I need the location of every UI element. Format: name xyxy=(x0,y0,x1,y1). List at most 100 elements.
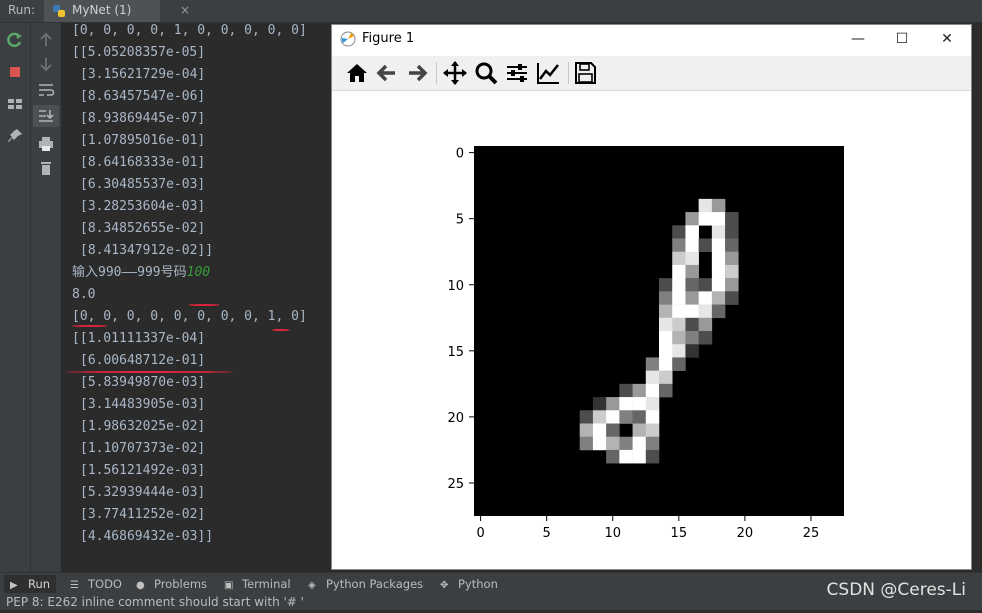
image-pixel xyxy=(619,449,633,464)
trash-icon[interactable] xyxy=(36,159,56,177)
image-pixel xyxy=(645,370,660,385)
list-icon: ☰ xyxy=(70,580,79,591)
image-pixel xyxy=(698,212,713,226)
print-icon[interactable] xyxy=(36,135,56,153)
red-annotation-underline xyxy=(272,329,290,331)
console-line: [5.83949870e-03] xyxy=(80,372,205,394)
matplotlib-figure-window: Figure 1 — ☐ ✕ 0 5 10 15 20 25 0 5 10 15… xyxy=(331,24,972,570)
arrow-down-icon[interactable] xyxy=(36,55,56,73)
console-output[interactable]: [0, 0, 0, 0, 1, 0, 0, 0, 0, 0] [[5.052083… xyxy=(62,23,330,572)
image-pixel xyxy=(698,238,713,253)
console-line-text: [3.28253604e-03] xyxy=(80,199,206,214)
home-icon[interactable] xyxy=(344,60,370,86)
x-tick-label: 5 xyxy=(543,526,551,541)
tab-terminal[interactable]: ▣ Terminal xyxy=(218,575,294,593)
console-line: [8.34852655e-02] xyxy=(80,218,205,240)
image-pixel xyxy=(659,278,673,292)
arrow-up-icon[interactable] xyxy=(36,31,56,49)
console-line: [1.10707373e-02] xyxy=(80,438,205,460)
image-pixel xyxy=(579,410,594,424)
x-tick-label: 0 xyxy=(476,526,484,541)
pin-icon[interactable] xyxy=(5,127,25,145)
configure-subplots-icon[interactable] xyxy=(504,60,530,86)
image-pixel xyxy=(645,383,660,398)
image-pixel xyxy=(685,317,699,332)
image-pixel xyxy=(698,278,713,292)
image-pixel xyxy=(659,344,673,358)
image-pixel xyxy=(645,423,660,438)
toolbar-separator xyxy=(568,62,569,84)
y-tick-label: 0 xyxy=(456,147,464,162)
stop-icon[interactable] xyxy=(5,63,25,81)
console-line-text: 8.0 xyxy=(72,287,96,302)
forward-icon[interactable] xyxy=(404,60,430,86)
image-pixel xyxy=(711,264,726,279)
console-line: [4.46869432e-03]] xyxy=(80,526,213,548)
python-icon xyxy=(53,5,65,17)
image-pixel xyxy=(659,291,673,305)
packages-icon: ◈ xyxy=(308,580,316,591)
console-line-text: [6.30485537e-03] xyxy=(80,177,206,192)
tab-label: TODO xyxy=(88,577,122,591)
tab-label: Python Packages xyxy=(326,577,424,591)
console-line-text: [1.56121492e-03] xyxy=(80,463,206,478)
console-line-text: [1.98632025e-02] xyxy=(80,419,206,434)
zoom-icon[interactable] xyxy=(473,60,499,86)
tab-label: Terminal xyxy=(242,577,291,591)
image-pixel xyxy=(645,449,660,464)
console-line: 输入990——999号码100 xyxy=(72,262,210,284)
run-toolbar-right xyxy=(31,23,61,572)
console-line: [0, 0, 0, 0, 0, 0, 0, 0, 1, 0] xyxy=(72,306,307,328)
console-line: [6.30485537e-03] xyxy=(80,174,205,196)
image-pixel xyxy=(659,357,673,371)
pan-icon[interactable] xyxy=(442,60,468,86)
image-pixel xyxy=(632,449,647,464)
image-pixel xyxy=(672,278,686,292)
y-tick-label: 20 xyxy=(447,411,464,426)
image-pixel xyxy=(685,264,699,279)
image-pixel xyxy=(672,251,686,266)
maximize-button[interactable]: ☐ xyxy=(891,29,913,49)
console-line-text: [8.93869445e-07] xyxy=(80,111,206,126)
run-tab-label: MyNet (1) xyxy=(72,3,132,17)
save-icon[interactable] xyxy=(572,60,598,86)
console-line-text: [8.64168333e-01] xyxy=(80,155,206,170)
run-tab-mynet[interactable]: MyNet (1) × xyxy=(44,0,190,22)
x-tick-label: 25 xyxy=(803,526,820,541)
image-pixel xyxy=(659,331,673,345)
rerun-icon[interactable] xyxy=(5,31,25,49)
console-line-text: [0, 0, 0, 0, 0, 0, 0, 0, 1, 0] xyxy=(72,309,307,324)
soft-wrap-icon[interactable] xyxy=(36,81,56,99)
red-annotation-underline xyxy=(67,371,233,373)
close-button[interactable]: ✕ xyxy=(936,29,958,49)
tab-problems[interactable]: ● Problems xyxy=(130,575,210,593)
image-pixel xyxy=(685,291,699,305)
image-pixel xyxy=(606,410,620,424)
close-tab-icon[interactable]: × xyxy=(180,3,190,17)
console-line: [8.41347912e-02]] xyxy=(80,240,213,262)
image-pixel xyxy=(672,317,686,332)
tab-todo[interactable]: ☰ TODO xyxy=(64,575,122,593)
console-line-text: [8.34852655e-02] xyxy=(80,221,206,236)
image-pixel xyxy=(619,436,633,451)
image-pixel xyxy=(645,436,660,451)
edit-axis-icon[interactable] xyxy=(535,60,561,86)
image-pixel xyxy=(659,304,673,319)
image-pixel xyxy=(659,317,673,332)
console-line-text: [8.63457547e-06] xyxy=(80,89,206,104)
console-line-text: [5.32939444e-03] xyxy=(80,485,206,500)
back-icon[interactable] xyxy=(374,60,400,86)
tab-run[interactable]: ▶ Run xyxy=(4,575,56,593)
layout-icon[interactable] xyxy=(5,95,25,113)
image-pixel xyxy=(579,436,594,451)
terminal-icon: ▣ xyxy=(224,580,234,591)
console-icon: ✥ xyxy=(440,580,449,591)
minimize-button[interactable]: — xyxy=(847,29,869,49)
tab-python-packages[interactable]: ◈ Python Packages xyxy=(302,575,426,593)
image-pixel xyxy=(659,370,673,385)
console-line: [6.00648712e-01] xyxy=(80,350,205,372)
scroll-to-end-icon[interactable] xyxy=(36,107,56,125)
x-tick-label: 15 xyxy=(671,526,688,541)
tab-python-console[interactable]: ✥Python Console xyxy=(434,575,546,611)
console-line: [1.56121492e-03] xyxy=(80,460,205,482)
